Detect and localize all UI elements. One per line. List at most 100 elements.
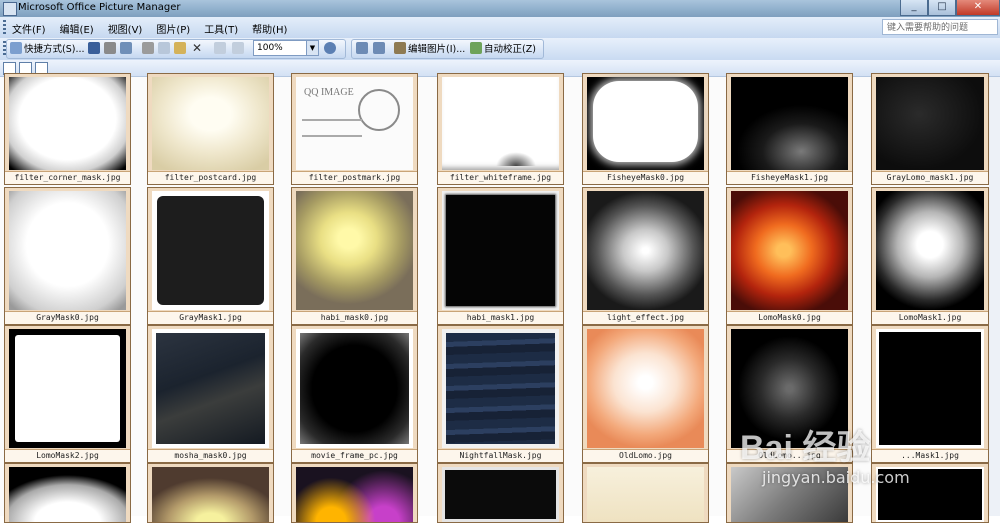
- vertical-scrollbar[interactable]: [989, 77, 1000, 516]
- menu-picture[interactable]: 图片(P): [156, 21, 190, 36]
- title-bar: Microsoft Office Picture Manager _ □ ✕: [0, 0, 1000, 18]
- thumbnail-item[interactable]: filter_whiteframe.jpg: [437, 73, 564, 185]
- menu-grip-icon[interactable]: [3, 20, 6, 35]
- thumbnail-item[interactable]: OldLomo.jpg: [582, 325, 709, 463]
- thumbnail-image: [587, 191, 704, 310]
- thumbnail-caption: FisheyeMask1.jpg: [727, 171, 852, 184]
- thumbnail-caption: filter_corner_mask.jpg: [5, 171, 130, 184]
- thumbnail-item[interactable]: [582, 463, 709, 523]
- thumbnail-item[interactable]: [726, 463, 853, 523]
- thumbnail-image: [587, 77, 704, 170]
- thumbnail-image: [296, 191, 413, 310]
- copy-icon[interactable]: [158, 42, 170, 54]
- thumbnail-item[interactable]: GrayMask1.jpg: [147, 187, 274, 325]
- thumbnail-caption: GrayMask1.jpg: [148, 311, 273, 324]
- help-icon[interactable]: [324, 42, 336, 54]
- thumbnail-image: [876, 329, 984, 448]
- thumbnail-caption: LomoMask0.jpg: [727, 311, 852, 324]
- thumbnail-item[interactable]: [291, 463, 418, 523]
- rotate-left-icon[interactable]: [356, 42, 368, 54]
- edit-pictures-button[interactable]: 编辑图片(I)...: [408, 41, 465, 55]
- postmark-text: QQ IMAGE: [304, 87, 354, 98]
- thumbnail-item[interactable]: NightfallMask.jpg: [437, 325, 564, 463]
- thumbnail-image: [876, 77, 984, 170]
- thumbnail-item[interactable]: GrayLomo_mask1.jpg: [871, 73, 989, 185]
- thumbnail-caption: light_effect.jpg: [583, 311, 708, 324]
- thumbnail-caption: filter_whiteframe.jpg: [438, 171, 563, 184]
- thumbnail-image: [587, 467, 704, 522]
- thumbnail-item[interactable]: GrayMask0.jpg: [4, 187, 131, 325]
- thumbnail-caption: filter_postcard.jpg: [148, 171, 273, 184]
- rotate-right-icon[interactable]: [373, 42, 385, 54]
- thumbnail-item[interactable]: QQ IMAGE filter_postmark.jpg: [291, 73, 418, 185]
- postmark-stamp-icon: [358, 89, 400, 131]
- thumbnail-item[interactable]: habi_mask1.jpg: [437, 187, 564, 325]
- thumbnail-item[interactable]: movie_frame_pc.jpg: [291, 325, 418, 463]
- thumbnail-item[interactable]: [437, 463, 564, 523]
- maximize-button[interactable]: □: [928, 0, 956, 16]
- redo-icon[interactable]: [232, 42, 244, 54]
- menu-tools[interactable]: 工具(T): [204, 21, 238, 36]
- thumbnail-caption: OldLomo...jpg: [727, 449, 852, 462]
- shortcuts-button[interactable]: 快捷方式(S)...: [24, 41, 85, 55]
- postmark-lines-icon: [302, 119, 362, 137]
- chevron-down-icon[interactable]: ▼: [306, 41, 318, 55]
- thumbnail-item[interactable]: [871, 463, 989, 523]
- mosha-mask-icon: [156, 333, 265, 444]
- thumbnail-item[interactable]: filter_corner_mask.jpg: [4, 73, 131, 185]
- menu-help[interactable]: 帮助(H): [252, 21, 287, 36]
- thumbnail-image: [9, 191, 126, 310]
- menu-file[interactable]: 文件(F): [12, 21, 46, 36]
- auto-correct-icon: [470, 42, 482, 54]
- thumbnail-image: [731, 191, 848, 310]
- thumbnail-item[interactable]: mosha_mask0.jpg: [147, 325, 274, 463]
- print-icon[interactable]: [104, 42, 116, 54]
- thumbnail-image: QQ IMAGE: [296, 77, 413, 170]
- thumbnail-item[interactable]: light_effect.jpg: [582, 187, 709, 325]
- thumbnail-caption: GrayMask0.jpg: [5, 311, 130, 324]
- thumbnail-image: [442, 329, 559, 448]
- thumbnail-image: [152, 77, 269, 170]
- thumbnail-item[interactable]: [4, 463, 131, 523]
- thumbnail-item[interactable]: LomoMask0.jpg: [726, 187, 853, 325]
- save-icon[interactable]: [88, 42, 100, 54]
- minimize-button[interactable]: _: [900, 0, 928, 16]
- menu-edit[interactable]: 编辑(E): [60, 21, 94, 36]
- thumbnail-image: [587, 329, 704, 448]
- cut-icon[interactable]: [142, 42, 154, 54]
- thumbnail-image: [442, 77, 559, 170]
- thumbnail-caption: habi_mask0.jpg: [292, 311, 417, 324]
- thumbnail-caption: filter_postmark.jpg: [292, 171, 417, 184]
- delete-icon[interactable]: ✕: [192, 42, 204, 54]
- undo-icon[interactable]: [214, 42, 226, 54]
- thumbnail-item[interactable]: habi_mask0.jpg: [291, 187, 418, 325]
- thumbnail-caption: mosha_mask0.jpg: [148, 449, 273, 462]
- thumbnail-image: [296, 329, 413, 448]
- close-button[interactable]: ✕: [956, 0, 1000, 16]
- thumbnail-item[interactable]: [147, 463, 274, 523]
- zoom-select[interactable]: 100% ▼: [253, 40, 319, 56]
- lomo-mask-icon: [879, 332, 981, 445]
- thumbnail-caption: NightfallMask.jpg: [438, 449, 563, 462]
- auto-correct-button[interactable]: 自动校正(Z): [484, 41, 536, 55]
- help-search-input[interactable]: 键入需要帮助的问题: [882, 19, 998, 35]
- menu-view[interactable]: 视图(V): [108, 21, 143, 36]
- thumbnail-item[interactable]: LomoMask1.jpg: [871, 187, 989, 325]
- window-title: Microsoft Office Picture Manager: [18, 2, 181, 13]
- nightfall-mask-icon: [446, 333, 555, 444]
- paste-icon[interactable]: [174, 42, 186, 54]
- thumbnail-item[interactable]: OldLomo...jpg: [726, 325, 853, 463]
- thumbnail-item[interactable]: FisheyeMask0.jpg: [582, 73, 709, 185]
- thumbnail-image: [296, 467, 413, 522]
- thumbnail-caption: GrayLomo_mask1.jpg: [872, 171, 988, 184]
- lomo-mask-icon: [15, 335, 120, 442]
- edit-picture-icon: [394, 42, 406, 54]
- thumbnail-item[interactable]: ...Mask1.jpg: [871, 325, 989, 463]
- shortcut-icon: [10, 42, 22, 54]
- thumbnail-item[interactable]: filter_postcard.jpg: [147, 73, 274, 185]
- thumbnail-item[interactable]: FisheyeMask1.jpg: [726, 73, 853, 185]
- thumbnail-item[interactable]: LomoMask2.jpg: [4, 325, 131, 463]
- email-icon[interactable]: [120, 42, 132, 54]
- fisheye-mask-icon: [593, 81, 698, 162]
- gray-mask-icon: [157, 196, 264, 305]
